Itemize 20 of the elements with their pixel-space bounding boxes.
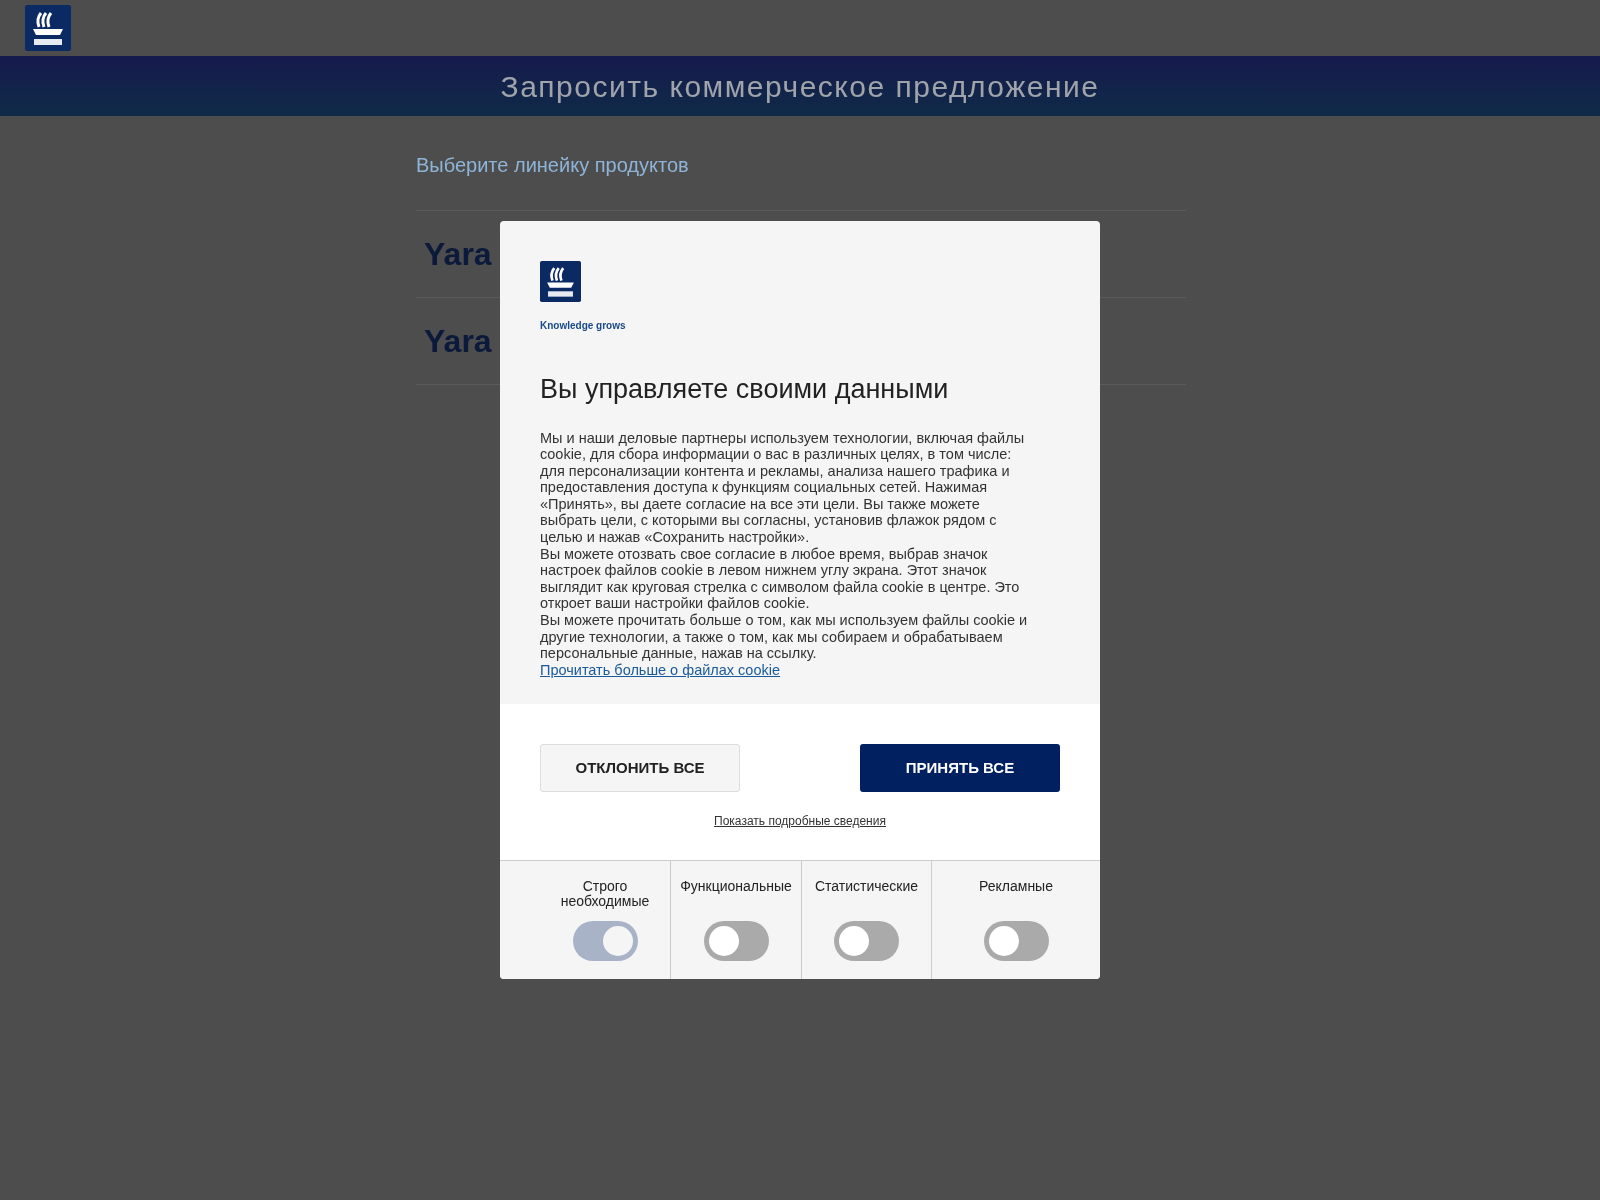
tagline: Knowledge grows [540, 319, 627, 333]
body-text: Вы можете прочитать больше о том, как мы используем файлы cookie и другие технологии, а также о том, как мы собираем и обрабатываем персональные данные, нажав на ссылку. Прочитать больше о файлах cookie [540, 612, 1029, 679]
category-label: Статистические [814, 879, 919, 897]
yara-logo-icon [540, 261, 581, 302]
body-text: Вы можете отозвать свое согласие в любое время, выбрав значок настроек файлов cookie в левом нижнем углу экрана. Этот значок выглядит как круговая стрелка с символом файла cookie в центре. Это откроет ваши настройки файлов cookie. [540, 545, 1021, 613]
show-details-link[interactable]: Показать подробные сведения [714, 812, 886, 831]
banner-title: Запросить коммерческое предложение [500, 68, 1100, 105]
toggle-switch[interactable] [834, 921, 899, 962]
section-title: Выберите линейку продуктов [416, 153, 690, 178]
reject-all-button[interactable]: ОТКЛОНИТЬ ВСЕ [540, 744, 740, 793]
category-label: Функциональные [680, 879, 792, 897]
yara-logo-icon[interactable] [25, 5, 71, 51]
category-label: Строго необходимые [559, 879, 651, 912]
toggle-switch[interactable] [983, 921, 1049, 962]
toggle-switch[interactable] [703, 921, 769, 962]
body-text: Мы и наши деловые партнеры используем технологии, включая файлы cookie, для сбора информации о вас в различных целях, в том числе: для персонализации контента и рекламы, анализа нашего трафика и предоставления доступа к функциям социальных сетей. Нажимая «Принять», вы даете согласие на все эти цели. Вы также можете выбрать цели, с которыми вы согласны, установив флажок рядом с целью и нажав «Сохранить настройки». [540, 429, 1026, 546]
accept-all-button[interactable]: ПРИНЯТЬ ВСЕ [860, 744, 1060, 793]
cookie-policy-link[interactable]: Прочитать больше о файлах cookie [540, 661, 781, 678]
dialog-title: Вы управляете своими данными [540, 373, 950, 406]
category-label: Рекламные [979, 879, 1053, 897]
